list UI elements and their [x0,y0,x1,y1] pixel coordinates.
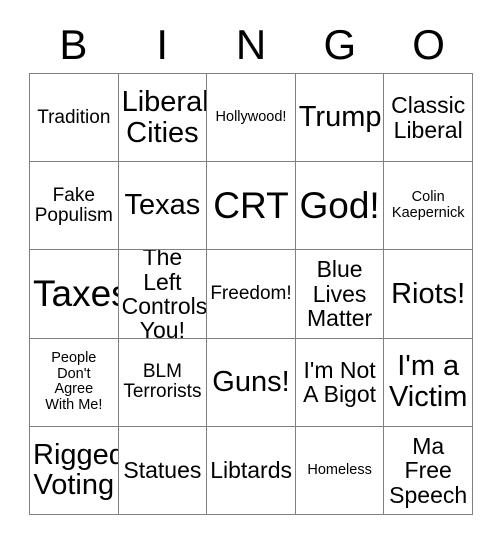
bingo-cell-label: Texas [124,189,201,222]
bingo-cell[interactable]: God! [295,162,385,251]
bingo-cell-label: Liberal Cities [121,85,208,149]
bingo-cell-label: BLM Terrorists [123,361,202,403]
bingo-cell[interactable]: Guns! [207,338,296,427]
bingo-cell-label: I'm a Victim [388,350,468,414]
bingo-cell-label: Taxes [33,273,118,315]
bingo-cell-label: Ma Free Speech [389,432,468,508]
bingo-cell[interactable]: Statues [118,426,208,515]
bingo-cell-label: Colin Kaepernick [391,189,465,221]
bingo-header-letter-4: O [412,20,445,68]
bingo-grid: Tradition Liberal Cities Hollywood! Trump Cl… [29,73,473,515]
bingo-cell-label: Blue Lives Matter [307,256,373,332]
bingo-cell[interactable]: Riots! [384,250,473,339]
bingo-cell-label: The Left Controls You! [121,250,208,339]
bingo-cell[interactable]: Libtards [207,426,296,515]
bingo-cell-label: I'm Not A Bigot [303,356,377,408]
bingo-cell[interactable]: Taxes [30,250,119,339]
bingo-cell-label: People Don't Agree With Me! [45,350,103,413]
bingo-cell[interactable]: Fake Populism [30,162,119,251]
bingo-cell[interactable]: BLM Terrorists [118,338,208,427]
bingo-cell[interactable]: Classic Liberal [384,74,473,163]
bingo-cell-label: Homeless [307,461,372,478]
bingo-cell-label: CRT [213,185,289,227]
bingo-cell-label: Guns! [212,365,290,398]
bingo-cell[interactable]: Homeless [295,426,385,515]
bingo-cell[interactable]: Rigged Voting [30,426,119,515]
bingo-cell-label: Hollywood! [215,108,287,125]
bingo-cell-label: Statues [123,457,202,484]
bingo-cell[interactable]: Ma Free Speech [384,426,473,515]
bingo-cell[interactable]: Colin Kaepernick [384,162,473,251]
bingo-cell[interactable]: Trump [295,74,385,163]
bingo-cell[interactable]: People Don't Agree With Me! [30,338,119,427]
bingo-cell[interactable]: I'm a Victim [384,338,473,427]
bingo-header-letter-0: B [59,20,88,68]
bingo-cell[interactable]: Texas [118,162,208,251]
bingo-cell-label: God! [299,185,380,227]
bingo-cell-label: Freedom! [210,282,292,304]
bingo-header-letters: BINGO [29,16,473,73]
bingo-cell-label: Trump [298,101,382,134]
bingo-cell[interactable]: Blue Lives Matter [295,250,385,339]
bingo-header-letter-3: G [323,20,357,68]
bingo-cell-label: Fake Populism [34,184,113,226]
bingo-cell[interactable]: Freedom! [207,250,296,339]
bingo-cell-label: Libtards [210,457,293,484]
bingo-cell-label: Classic Liberal [391,92,466,143]
bingo-header-letter-1: I [156,20,169,68]
bingo-cell-label: Riots! [391,277,466,310]
bingo-cell[interactable]: Hollywood! [207,74,296,163]
bingo-cell[interactable]: The Left Controls You! [118,250,208,339]
bingo-cell[interactable]: CRT [207,162,296,251]
bingo-cell[interactable]: Liberal Cities [118,74,208,163]
bingo-card: BINGO Tradition Liberal Cities Hollywood! T… [0,0,500,544]
bingo-header-letter-2: N [235,20,267,68]
bingo-cell[interactable]: I'm Not A Bigot [295,338,385,427]
bingo-cell[interactable]: Tradition [30,74,119,163]
bingo-cell-label: Rigged Voting [33,438,119,502]
bingo-cell-label: Tradition [37,106,111,128]
